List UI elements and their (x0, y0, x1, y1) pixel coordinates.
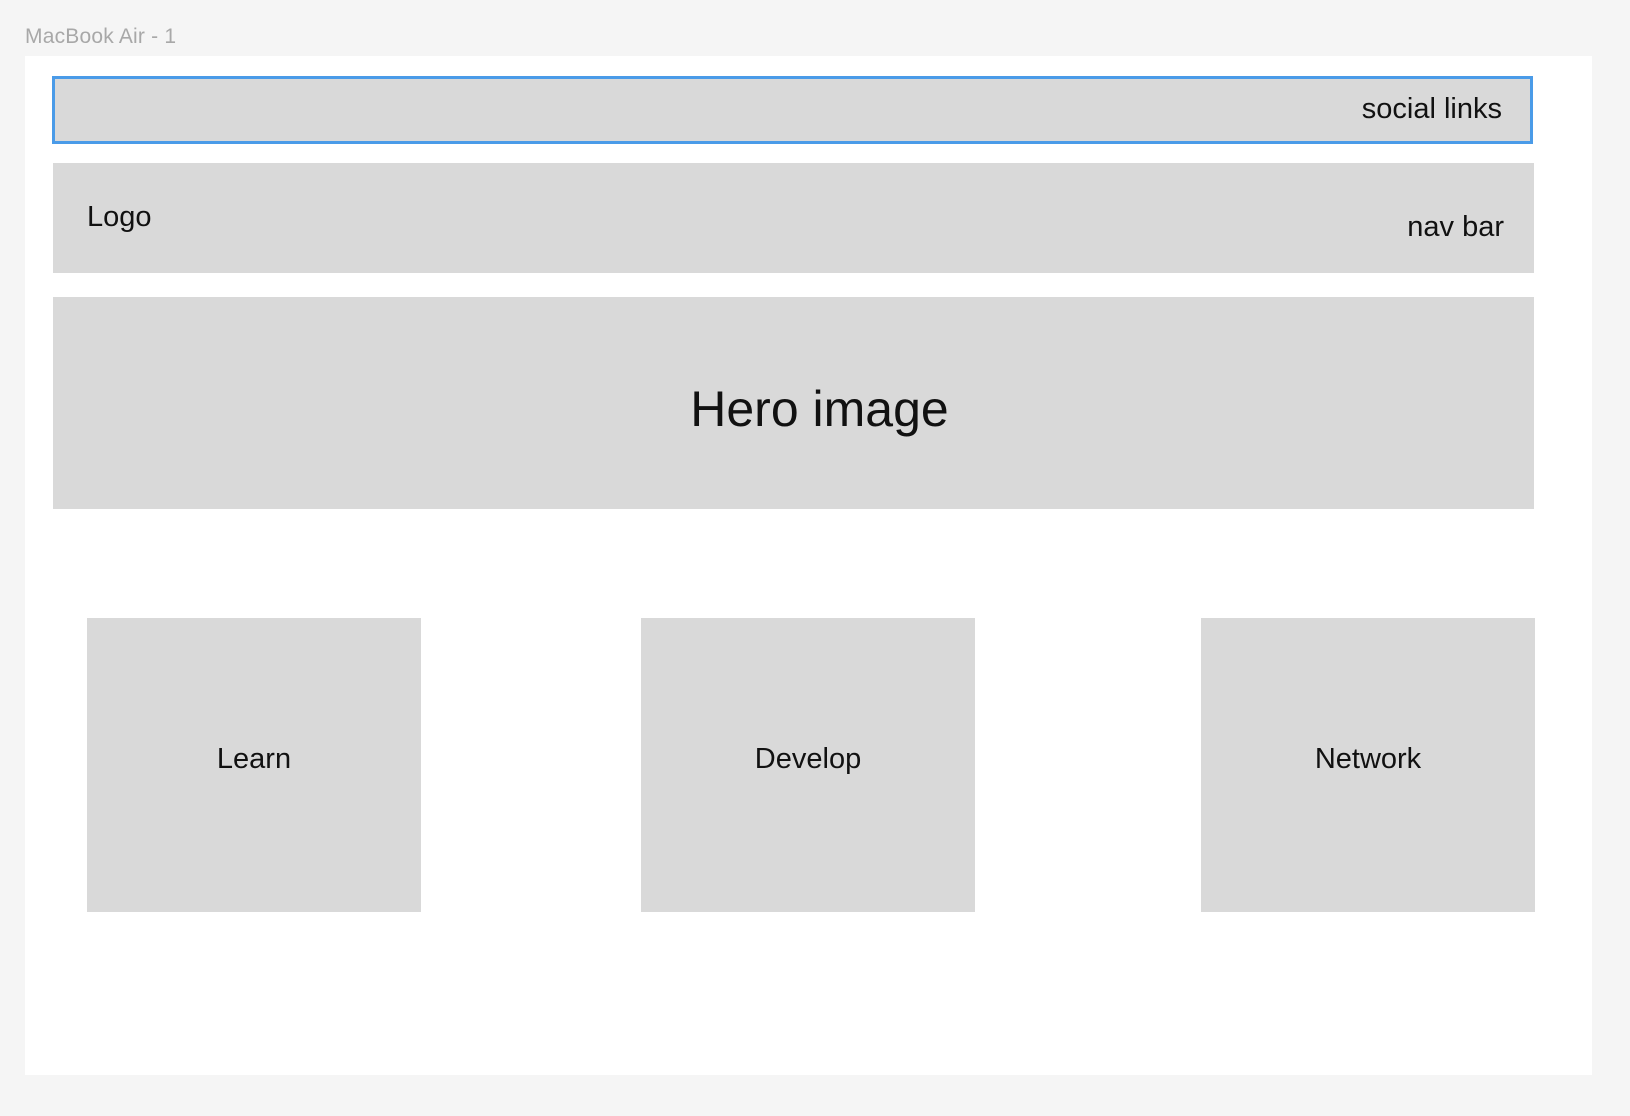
hero-image-block[interactable]: Hero image (53, 297, 1534, 509)
learn-card-label: Learn (216, 742, 292, 775)
logo-label: Logo (87, 201, 152, 233)
hero-image-label: Hero image (690, 381, 949, 437)
learn-card[interactable]: Learn (87, 618, 421, 912)
nav-bar-block[interactable]: Logo nav bar (53, 163, 1534, 273)
network-card[interactable]: Network (1201, 618, 1535, 912)
network-card-label: Network (1314, 742, 1422, 775)
social-links-block[interactable]: social links (52, 76, 1533, 144)
macbook-air-frame[interactable]: social links Logo nav bar Hero image Lea… (25, 56, 1592, 1075)
social-links-label: social links (1361, 93, 1502, 125)
develop-card-label: Develop (754, 742, 862, 775)
develop-card[interactable]: Develop (641, 618, 975, 912)
frame-label[interactable]: MacBook Air - 1 (25, 25, 176, 49)
nav-bar-label: nav bar (1407, 211, 1504, 243)
